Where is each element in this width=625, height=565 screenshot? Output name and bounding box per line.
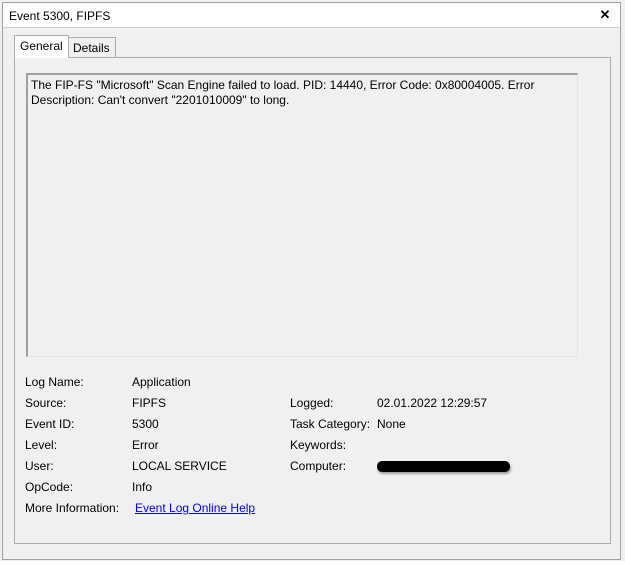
logged-label: Logged:	[290, 396, 334, 410]
more-information-label: More Information:	[25, 501, 120, 515]
log-name-label: Log Name:	[25, 375, 84, 389]
user-label: User:	[25, 459, 54, 473]
computer-label: Computer:	[290, 459, 347, 473]
opcode-label: OpCode:	[25, 480, 74, 494]
logged-value: 02.01.2022 12:29:57	[377, 396, 488, 410]
level-value: Error	[132, 438, 159, 452]
log-name-value: Application	[132, 375, 191, 389]
task-category-value: None	[377, 417, 406, 431]
keywords-label: Keywords:	[290, 438, 347, 452]
computer-value-redacted	[377, 461, 510, 472]
source-label: Source:	[25, 396, 67, 410]
event-description[interactable]: The FIP-FS "Microsoft" Scan Engine faile…	[26, 73, 578, 357]
tab-details[interactable]: Details	[67, 37, 116, 57]
level-label: Level:	[25, 438, 58, 452]
title-bar: Event 5300, FIPFS ✕	[3, 3, 620, 28]
close-icon[interactable]: ✕	[598, 7, 612, 23]
task-category-label: Task Category:	[290, 417, 371, 431]
tab-general[interactable]: General	[14, 35, 69, 58]
tab-general-label: General	[20, 39, 63, 53]
tab-details-label: Details	[73, 41, 110, 55]
event-id-value: 5300	[132, 417, 159, 431]
source-value: FIPFS	[132, 396, 167, 410]
user-value: LOCAL SERVICE	[132, 459, 227, 473]
opcode-value: Info	[132, 480, 153, 494]
bottom-edge	[0, 561, 625, 565]
event-log-online-help-link[interactable]: Event Log Online Help	[135, 501, 255, 515]
event-id-label: Event ID:	[25, 417, 75, 431]
window-title: Event 5300, FIPFS	[9, 9, 111, 23]
